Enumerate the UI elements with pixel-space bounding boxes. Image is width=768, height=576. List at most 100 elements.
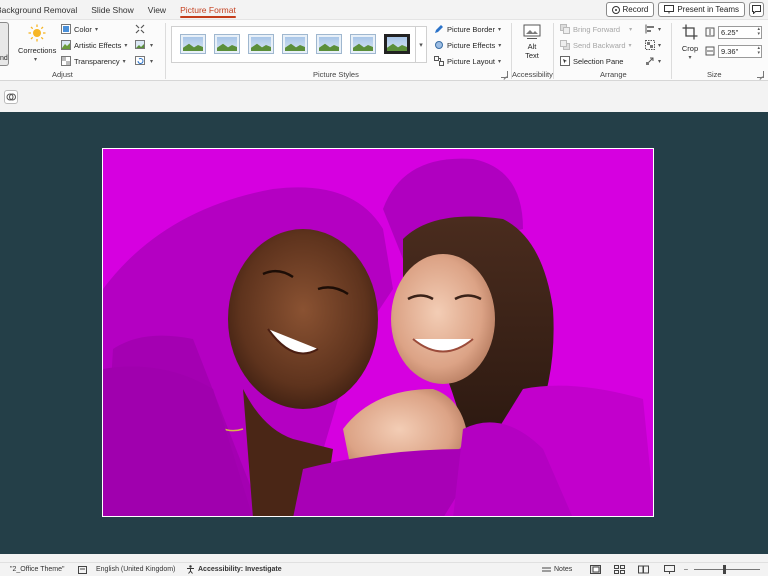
artistic-effects-button[interactable]: Artistic Effects ▾ [61,38,127,52]
top-right-buttons: Record Present in Teams [605,2,764,17]
pen-icon [435,25,443,33]
ribbon-tabs: Background Removal Slide Show View Pictu… [0,0,768,19]
notes-button[interactable]: Notes [542,566,572,574]
chevron-down-icon: ▾ [150,58,154,65]
width-value: 9.36" [721,46,739,56]
style-thumbnail[interactable] [384,34,410,54]
record-button[interactable]: Record [605,2,655,17]
selection-pane-icon [560,56,570,66]
chevron-down-icon: ▾ [124,42,128,49]
crop-button[interactable]: Crop ▾ [677,24,703,68]
zoom-slider[interactable] [694,565,760,574]
style-thumbnail[interactable] [316,34,342,54]
bring-forward-button[interactable]: Bring Forward ▾ [560,22,632,36]
theme-indicator: "2_Office Theme" [10,566,65,573]
align-button[interactable]: ▾ [645,22,661,36]
group-button[interactable]: ▾ [645,38,661,52]
zoom-out-button[interactable]: – [684,566,688,573]
color-label: Color [74,24,92,34]
normal-view-button[interactable] [590,565,601,574]
spinner-icon[interactable]: ▴ ▾ [757,27,761,37]
ribbon-divider [671,23,672,79]
height-field-row: 6.25" ▴ ▾ [705,25,762,39]
gallery-more-button[interactable]: ▾ [416,26,427,63]
ribbon: nd Corrections ▾ Color ▾ Artistic Effects… [0,19,768,81]
chevron-down-icon: ▾ [658,42,662,49]
transparency-label: Transparency [74,56,120,66]
language-label: English (United Kingdom) [96,566,176,573]
spinner-icon[interactable]: ▴ ▾ [757,46,761,56]
send-backward-label: Send Backward [573,40,626,50]
tab-background-removal[interactable]: Background Removal [0,0,84,19]
chevron-down-icon: ▾ [688,55,692,61]
transparency-button[interactable]: Transparency ▾ [61,54,126,68]
remove-background-label: nd [0,55,8,62]
tab-view[interactable]: View [141,0,173,19]
crop-icon [682,24,698,40]
style-thumbnail[interactable] [350,34,376,54]
layout-icon [434,56,444,66]
chevron-down-icon: ▾ [628,42,632,49]
corrections-label: Corrections [18,46,57,55]
picture-layout-button[interactable]: Picture Layout ▾ [434,54,501,68]
reading-view-button[interactable] [638,565,649,574]
tab-slide-show[interactable]: Slide Show [84,0,141,19]
notes-label: Notes [554,566,573,573]
reset-picture-button[interactable]: ▾ [135,54,153,68]
width-input[interactable]: 9.36" ▴ ▾ [718,44,762,58]
size-launcher-icon[interactable] [757,71,764,78]
present-in-teams-button[interactable]: Present in Teams [658,2,745,17]
picture-effects-button[interactable]: Picture Effects ▾ [434,38,501,52]
reading-view-icon [638,565,649,574]
alt-text-button[interactable]: Alt Text [517,24,547,66]
height-input[interactable]: 6.25" ▴ ▾ [718,25,762,39]
picture-border-label: Picture Border [447,24,495,34]
height-icon [705,27,715,37]
bring-forward-icon [560,24,570,34]
compress-icon [135,24,145,34]
accessibility-icon [187,565,194,574]
slide-sorter-button[interactable] [614,565,625,574]
ribbon-divider [553,23,554,79]
normal-view-icon [590,565,601,574]
change-picture-icon [135,40,145,49]
chevron-down-icon: ▾ [497,58,501,65]
zoom-slider-thumb[interactable] [723,565,726,574]
slide-sorter-icon [614,565,625,574]
style-thumbnail[interactable] [214,34,240,54]
remove-background-button[interactable]: nd [0,22,9,66]
alt-text-label-2: Text [525,51,539,60]
comments-button[interactable] [749,2,764,17]
selected-picture[interactable] [102,148,654,517]
picture-styles-gallery [171,26,416,63]
style-thumbnail[interactable] [180,34,206,54]
arrange-group-label: Arrange [600,70,627,79]
chevron-down-icon: ▾ [658,26,662,33]
align-icon [645,24,654,34]
chevron-down-icon: ▾ [34,57,38,63]
send-backward-button[interactable]: Send Backward ▾ [560,38,632,52]
change-picture-button[interactable]: ▾ [135,38,153,52]
color-button[interactable]: Color ▾ [61,22,98,36]
tab-picture-format[interactable]: Picture Format [173,0,243,19]
style-thumbnail[interactable] [282,34,308,54]
present-icon [664,5,675,14]
slideshow-view-button[interactable] [664,565,675,574]
corrections-button[interactable]: Corrections ▾ [16,24,58,68]
selection-pane-button[interactable]: Selection Pane [560,54,623,68]
style-thumbnail[interactable] [248,34,274,54]
effects-icon [435,41,443,49]
quick-access-bar [0,82,768,112]
chevron-down-icon: ▾ [122,58,126,65]
selection-pane-label: Selection Pane [573,56,624,66]
quick-access-button[interactable] [4,90,18,104]
copilot-icon [6,93,16,101]
picture-border-button[interactable]: Picture Border ▾ [434,22,501,36]
language-indicator[interactable]: English (United Kingdom) [78,565,176,574]
compress-pictures-button[interactable] [135,22,145,36]
picture-styles-launcher-icon[interactable] [501,71,508,78]
accessibility-indicator[interactable]: Accessibility: Investigate [186,565,282,574]
rotate-button[interactable]: ▾ [645,54,661,68]
status-bar: "2_Office Theme" English (United Kingdom… [0,562,768,576]
minus-icon: – [684,566,688,573]
